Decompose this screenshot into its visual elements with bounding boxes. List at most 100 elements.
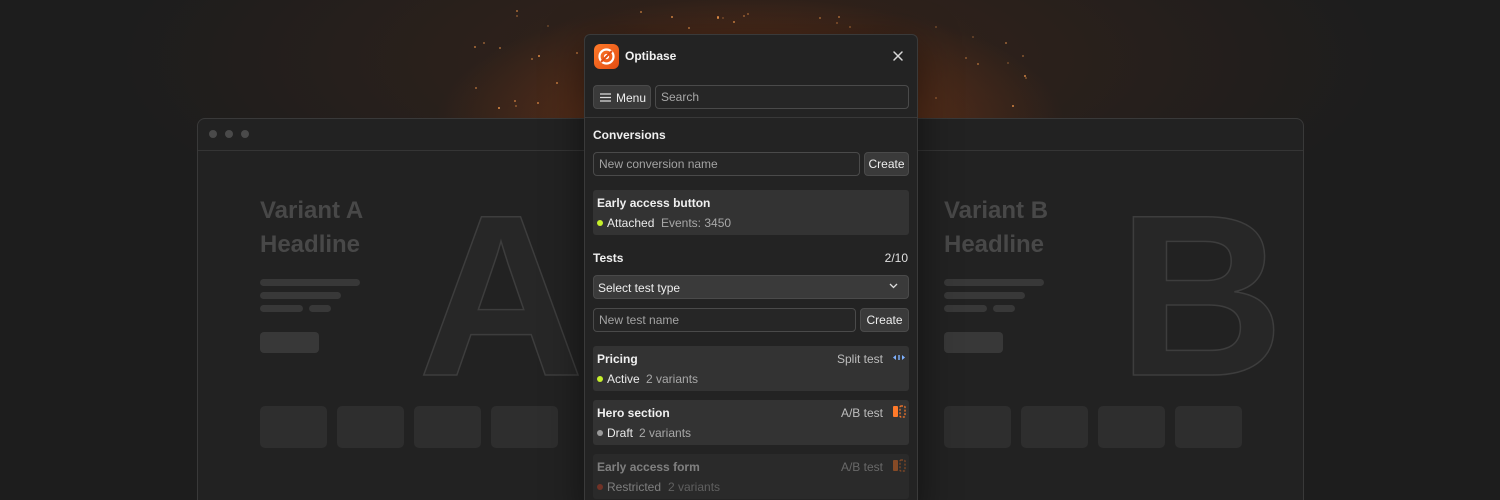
sparkle bbox=[687, 27, 690, 30]
status-dot bbox=[597, 376, 603, 382]
sparkle bbox=[1007, 62, 1010, 65]
window-dot bbox=[225, 130, 233, 138]
test-status: Restricted bbox=[607, 480, 662, 494]
placeholder-text-line bbox=[260, 292, 341, 299]
menu-button[interactable]: Menu bbox=[593, 85, 651, 109]
test-card-early-access-form[interactable]: Early access form A/B test Restricted 2 … bbox=[593, 454, 909, 499]
sparkle bbox=[546, 25, 549, 28]
placeholder-button bbox=[944, 332, 1003, 353]
sparkle bbox=[935, 25, 938, 28]
test-variants: 2 variants bbox=[639, 426, 692, 440]
conversion-status: Attached bbox=[607, 216, 655, 230]
sparkle bbox=[516, 15, 519, 18]
sparkle bbox=[1021, 54, 1024, 57]
test-type-select-label: Select test type bbox=[598, 281, 681, 295]
placeholder-text-line bbox=[260, 305, 303, 312]
test-name: Pricing bbox=[597, 352, 638, 366]
test-type: A/B test bbox=[840, 406, 883, 420]
sparkle bbox=[722, 17, 725, 20]
placeholder-text-line bbox=[944, 292, 1025, 299]
test-card-hero-section[interactable]: Hero section A/B test Draft 2 variants bbox=[593, 400, 909, 445]
variant-a-line2: Headline bbox=[260, 231, 361, 258]
status-dot bbox=[597, 220, 603, 226]
sparkle bbox=[556, 82, 559, 85]
tests-count: 2/10 bbox=[884, 251, 908, 265]
conversion-card[interactable]: Early access button Attached Events: 345… bbox=[593, 190, 909, 235]
placeholder-card bbox=[1175, 406, 1242, 448]
sparkle bbox=[716, 15, 719, 18]
new-conversion-input[interactable] bbox=[593, 152, 860, 176]
test-type: Split test bbox=[836, 352, 883, 366]
placeholder-text-line bbox=[260, 279, 360, 286]
optibase-logo-icon bbox=[594, 44, 619, 69]
placeholder-card bbox=[1021, 406, 1088, 448]
status-dot bbox=[597, 484, 603, 490]
variant-a-headline: Variant A Headline bbox=[260, 194, 363, 262]
sparkle bbox=[935, 96, 938, 99]
test-type-select[interactable]: Select test type bbox=[593, 275, 909, 299]
test-status: Active bbox=[607, 372, 640, 386]
variant-b-letter: B bbox=[1117, 167, 1285, 424]
variant-a-letter: A bbox=[417, 167, 585, 424]
sparkle bbox=[838, 16, 841, 19]
sparkle bbox=[483, 41, 486, 44]
placeholder-card bbox=[414, 406, 481, 448]
sparkle bbox=[732, 21, 735, 24]
chevron-down-icon bbox=[889, 283, 898, 289]
sparkle bbox=[498, 106, 501, 109]
conversions-title: Conversions bbox=[593, 128, 666, 142]
tests-title: Tests bbox=[593, 251, 624, 265]
ab-test-icon bbox=[892, 459, 906, 472]
sparkle bbox=[671, 16, 674, 19]
close-icon bbox=[893, 51, 903, 61]
sparkle bbox=[473, 45, 476, 48]
sparkle bbox=[514, 105, 517, 108]
sparkle bbox=[743, 14, 746, 17]
test-name: Early access form bbox=[597, 460, 700, 474]
variant-a-line1: Variant A bbox=[260, 197, 364, 224]
sparkle bbox=[537, 102, 540, 105]
sparkle bbox=[971, 35, 974, 38]
placeholder-card bbox=[944, 406, 1011, 448]
placeholder-text-line bbox=[993, 305, 1015, 312]
sparkle bbox=[819, 17, 822, 20]
placeholder-button bbox=[260, 332, 319, 353]
test-status: Draft bbox=[607, 426, 634, 440]
menu-label: Menu bbox=[616, 91, 647, 105]
ab-test-icon bbox=[892, 405, 906, 418]
sparkle bbox=[531, 58, 534, 61]
close-button[interactable] bbox=[888, 46, 908, 66]
sparkle bbox=[515, 10, 518, 13]
sparkle bbox=[1004, 42, 1007, 45]
create-test-button[interactable]: Create bbox=[860, 308, 909, 332]
window-dot bbox=[241, 130, 249, 138]
test-type: A/B test bbox=[840, 460, 883, 474]
panel-header: Optibase bbox=[585, 35, 917, 79]
sparkle bbox=[640, 11, 643, 14]
app-title: Optibase bbox=[625, 49, 677, 63]
test-card-pricing[interactable]: Pricing Split test Active 2 variants bbox=[593, 346, 909, 391]
sparkle bbox=[575, 52, 578, 55]
variant-b-line2: Headline bbox=[944, 231, 1045, 258]
status-dot bbox=[597, 430, 603, 436]
sparkle bbox=[474, 87, 477, 90]
new-test-input[interactable] bbox=[593, 308, 856, 332]
test-name: Hero section bbox=[597, 406, 670, 420]
placeholder-text-line bbox=[944, 305, 987, 312]
sparkle bbox=[537, 54, 540, 57]
sparkle bbox=[498, 46, 501, 49]
variant-b-headline: Variant B Headline bbox=[944, 194, 1048, 262]
search-input[interactable] bbox=[655, 85, 909, 109]
window-dot bbox=[209, 130, 217, 138]
conversion-events: Events: 3450 bbox=[661, 216, 732, 230]
sparkle bbox=[965, 57, 968, 60]
create-conversion-button[interactable]: Create bbox=[864, 152, 909, 176]
test-variants: 2 variants bbox=[668, 480, 721, 494]
conversion-name: Early access button bbox=[597, 196, 711, 210]
variant-b-line1: Variant B bbox=[944, 197, 1049, 224]
sparkle bbox=[1024, 77, 1027, 80]
sparkle bbox=[977, 63, 980, 66]
sparkle bbox=[513, 100, 516, 103]
hamburger-icon bbox=[600, 93, 611, 102]
placeholder-card bbox=[491, 406, 558, 448]
